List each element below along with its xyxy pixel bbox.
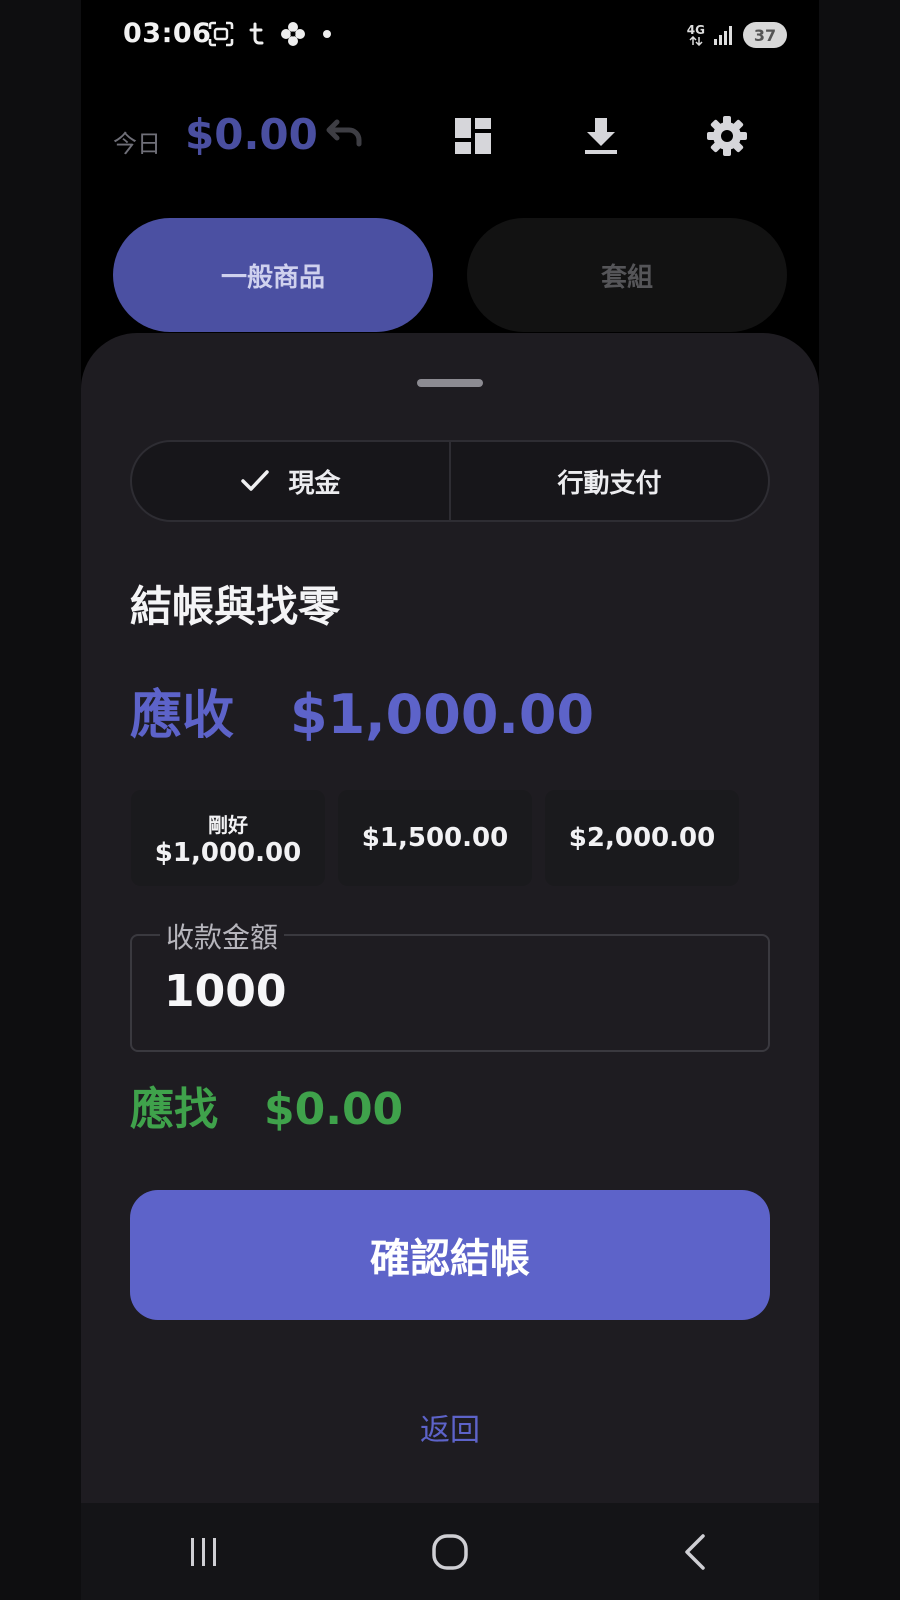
payment-method-mobile[interactable]: 行動支付 <box>449 442 768 520</box>
amount-due-label: 應收 <box>130 686 235 746</box>
amount-due-value: $1,000.00 <box>290 683 595 746</box>
change-label: 應找 <box>130 1084 218 1135</box>
undo-icon[interactable] <box>323 114 367 158</box>
phone-screen: 03:06 4G 37 今日 $0.00 一般商品 套組 現金 行動支付 結帳與… <box>81 0 819 1600</box>
check-icon <box>241 470 270 491</box>
back-link[interactable]: 返回 <box>81 1405 819 1449</box>
signal-icon <box>714 26 732 45</box>
today-amount: $0.00 <box>185 110 318 159</box>
battery-indicator: 37 <box>743 22 787 48</box>
confirm-checkout-button[interactable]: 確認結帳 <box>130 1190 770 1320</box>
network-label: 4G <box>686 23 705 37</box>
recent-apps-button[interactable] <box>164 1522 244 1582</box>
amount-due-row: 應收 $1,000.00 <box>130 673 594 748</box>
back-button[interactable] <box>656 1522 736 1582</box>
quick-amount-caption: 剛好 <box>208 812 248 837</box>
change-value: $0.00 <box>264 1084 404 1135</box>
download-icon[interactable] <box>579 114 623 158</box>
status-icons-left <box>207 20 333 48</box>
payment-method-mobile-label: 行動支付 <box>557 468 662 499</box>
quick-amount-value: $1,500.00 <box>361 823 509 853</box>
status-icons-right: 4G 37 <box>687 22 787 48</box>
dashboard-icon[interactable] <box>451 114 495 158</box>
payment-method-cash-label: 現金 <box>288 468 341 499</box>
app-header: 今日 $0.00 <box>81 96 819 176</box>
settings-icon[interactable] <box>705 114 749 158</box>
change-row: 應找 $0.00 <box>130 1073 403 1137</box>
quick-amount-value: $1,000.00 <box>154 837 302 868</box>
status-time: 03:06 <box>123 18 212 49</box>
data-arrows-icon <box>689 36 703 46</box>
home-button[interactable] <box>410 1522 490 1582</box>
checkout-title: 結帳與找零 <box>130 582 341 631</box>
received-amount-input[interactable] <box>164 966 724 1017</box>
quick-amount-exact-button[interactable]: 剛好 $1,000.00 <box>131 790 325 886</box>
sheet-drag-handle[interactable] <box>417 379 483 387</box>
screen-capture-icon <box>208 21 234 47</box>
quick-amount-1500-button[interactable]: $1,500.00 <box>338 790 532 886</box>
back-icon <box>685 1533 705 1570</box>
dot-icon <box>323 30 331 38</box>
received-amount-field: 收款金額 <box>130 916 770 1052</box>
payment-method-selector: 現金 行動支付 <box>130 440 770 522</box>
received-amount-label: 收款金額 <box>160 916 285 956</box>
network-indicator: 4G <box>687 24 705 46</box>
today-label: 今日 <box>113 130 161 158</box>
quick-amount-2000-button[interactable]: $2,000.00 <box>545 790 739 886</box>
system-nav-bar <box>81 1503 819 1600</box>
pinwheel-icon <box>281 22 305 46</box>
tab-general-items[interactable]: 一般商品 <box>113 218 433 332</box>
quick-amount-value: $2,000.00 <box>568 823 716 853</box>
payment-method-cash[interactable]: 現金 <box>132 442 449 520</box>
checkout-sheet: 現金 行動支付 結帳與找零 應收 $1,000.00 剛好 $1,000.00 … <box>81 333 819 1503</box>
recent-apps-icon <box>191 1537 216 1566</box>
home-icon <box>432 1533 468 1570</box>
tab-bundles[interactable]: 套組 <box>467 218 787 332</box>
status-bar: 03:06 4G 37 <box>81 0 819 76</box>
t-notification-icon <box>249 22 264 45</box>
